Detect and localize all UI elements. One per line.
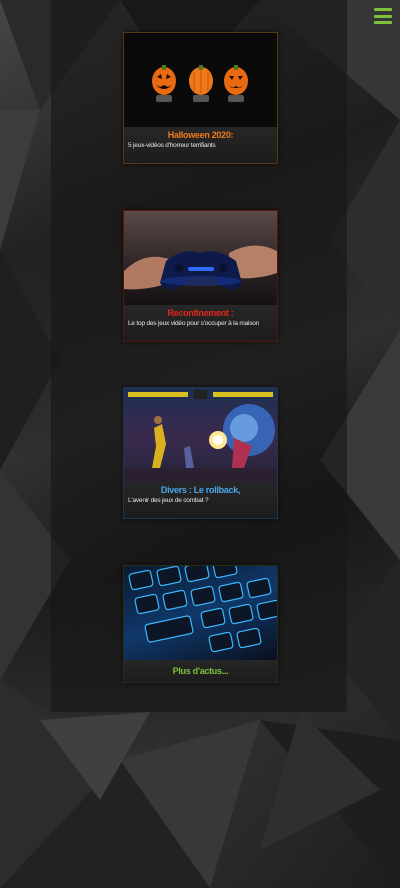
card-subtitle: 5 jeux-vidéos d'horreur terrifiants	[128, 142, 216, 149]
card-title[interactable]: Halloween 2020:	[124, 129, 277, 141]
pumpkins-image	[124, 33, 277, 127]
card-subtitle: L'avenir des jeux de combat ?	[128, 497, 209, 504]
card-caption: Halloween 2020: 5 jeux-vidéos d'horreur …	[124, 127, 277, 163]
gamepad-image	[124, 211, 277, 305]
news-card-rollback[interactable]: Divers : Le rollback, L'avenir des jeux …	[123, 387, 278, 519]
hamburger-menu-icon[interactable]	[374, 8, 392, 24]
card-caption: Reconfinement : Le top des jeux vidéo po…	[124, 305, 277, 341]
more-news-link[interactable]: Plus d'actus...	[124, 660, 277, 682]
news-card-halloween[interactable]: Halloween 2020: 5 jeux-vidéos d'horreur …	[123, 32, 278, 164]
fighting-game-image	[124, 388, 277, 482]
news-card-reconfinement[interactable]: Reconfinement : Le top des jeux vidéo po…	[123, 210, 278, 342]
card-title[interactable]: Reconfinement :	[124, 307, 277, 319]
card-subtitle: Le top des jeux vidéo pour s'occuper à l…	[128, 320, 260, 327]
card-title[interactable]: Divers : Le rollback,	[124, 484, 277, 496]
gaming-keyboard-image	[124, 566, 277, 660]
card-caption: Divers : Le rollback, L'avenir des jeux …	[124, 482, 277, 518]
more-news-card[interactable]: Plus d'actus...	[123, 565, 278, 683]
